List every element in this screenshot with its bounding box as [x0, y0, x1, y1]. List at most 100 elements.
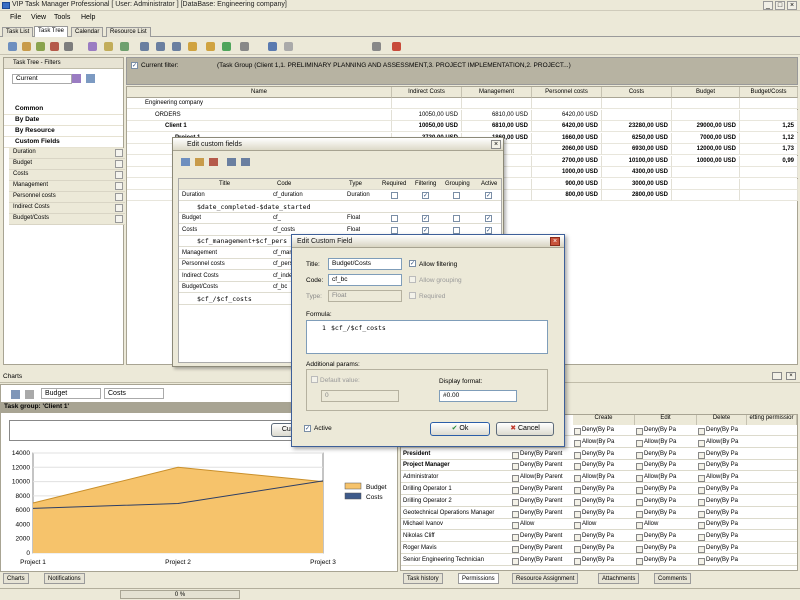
column-header-indirect-costs[interactable]: Indirect Costs	[392, 87, 462, 98]
tab-resource-assignment[interactable]: Resource Assignment	[512, 573, 579, 584]
formula-editor[interactable]: 1 $cf_/$cf_costs	[306, 320, 548, 354]
grouping-checkbox[interactable]	[453, 192, 460, 199]
grid-cell[interactable]	[602, 98, 672, 109]
report-icon[interactable]	[392, 42, 401, 51]
grid-cell[interactable]	[672, 167, 740, 178]
panel-close-icon[interactable]: ×	[786, 372, 796, 380]
grid-cell[interactable]: 1,25	[740, 121, 798, 132]
permission-cell[interactable]: Deny(By Pa	[635, 508, 697, 519]
type-select[interactable]: Float	[328, 290, 402, 302]
grid-cell[interactable]: 2800,00 USD	[602, 190, 672, 201]
filter-icon[interactable]	[88, 42, 97, 51]
grid-cell[interactable]	[672, 190, 740, 201]
dialog-close-icon[interactable]: ×	[491, 140, 501, 149]
grid-cell[interactable]: 1,12	[740, 132, 798, 144]
permission-cell[interactable]: Deny(By Pa	[573, 425, 635, 436]
permission-cell[interactable]: Deny(By Pa	[697, 484, 759, 495]
grid-cell[interactable]	[532, 98, 602, 109]
filter-field-management[interactable]: Management	[9, 181, 125, 192]
move-down-icon[interactable]	[156, 42, 165, 51]
tab-attachments[interactable]: Attachments	[598, 573, 640, 584]
new-task-icon[interactable]	[8, 42, 17, 51]
filter-group-common[interactable]: Common	[4, 104, 123, 115]
grid-cell[interactable]: 23280,00 USD	[602, 121, 672, 132]
chart-type-icon[interactable]	[11, 390, 20, 399]
filter-field-budget[interactable]: Budget	[9, 159, 125, 170]
menu-view[interactable]: View	[31, 14, 46, 21]
grid-cell[interactable]: 3000,00 USD	[602, 178, 672, 190]
permission-cell[interactable]: Deny(By Pa	[635, 555, 697, 566]
grid-cell[interactable]: 6420,00 USD	[532, 121, 602, 132]
grid-cell[interactable]	[602, 109, 672, 121]
grid-cell[interactable]	[672, 98, 740, 109]
permission-header-delete[interactable]: Delete	[697, 415, 747, 425]
permission-row[interactable]: Roger Mavis Deny(By Parent Deny(By Pa Deny(…	[401, 543, 797, 554]
permission-cell[interactable]: Allow(By Pa	[573, 472, 635, 483]
permission-row[interactable]: Geotechnical Operations Manager Deny(By P…	[401, 508, 797, 519]
tab-resource-list[interactable]: Resource List	[106, 27, 151, 37]
permission-cell[interactable]: Allow(By Pa	[635, 437, 697, 448]
dropdown-icon[interactable]	[115, 215, 123, 223]
grid-cell[interactable]: 12000,00 USD	[672, 144, 740, 155]
grid-cell[interactable]: 10050,00 USD	[392, 121, 462, 132]
default-value-input[interactable]: 0	[321, 390, 399, 402]
filtering-checkbox[interactable]: ✓	[422, 226, 429, 234]
group-icon[interactable]	[188, 42, 197, 51]
tab-notifications[interactable]: Notifications	[44, 573, 85, 584]
permission-cell[interactable]: Deny(By Pa	[697, 519, 759, 530]
delete-icon[interactable]	[50, 42, 59, 51]
grid-cell[interactable]	[740, 178, 798, 190]
column-header-budget-costs[interactable]: Budget/Costs	[740, 87, 798, 98]
permission-cell[interactable]: Deny(By Pa	[573, 484, 635, 495]
permission-cell[interactable]: Deny(By Parent	[511, 496, 573, 507]
permission-cell[interactable]: Allow(By Pa	[697, 472, 759, 483]
grid-cell[interactable]	[672, 109, 740, 121]
grid-cell[interactable]: 6810,00 USD	[462, 109, 532, 121]
export-icon[interactable]	[372, 42, 381, 51]
permission-cell[interactable]: Deny(By Pa	[635, 484, 697, 495]
sort-icon[interactable]	[104, 42, 113, 51]
chart-series-1-select[interactable]: Budget	[41, 388, 101, 399]
chart-options-icon[interactable]	[25, 390, 34, 399]
permission-row[interactable]: Nikolas Cliff Deny(By Parent Deny(By Pa Den…	[401, 531, 797, 543]
dropdown-icon[interactable]	[115, 193, 123, 201]
permission-cell[interactable]: Deny(By Pa	[573, 449, 635, 460]
grid-cell[interactable]: 2060,00 USD	[532, 144, 602, 155]
grid-cell[interactable]: 10050,00 USD	[392, 109, 462, 121]
dropdown-icon[interactable]	[115, 160, 123, 168]
grid-cell[interactable]: 1660,00 USD	[532, 132, 602, 144]
grid-cell[interactable]: 7000,00 USD	[672, 132, 740, 144]
permission-cell[interactable]: Deny(By Pa	[697, 555, 759, 566]
dialog-close-icon[interactable]: ×	[550, 237, 560, 246]
dropdown-icon[interactable]	[115, 149, 123, 157]
dropdown-icon[interactable]	[115, 182, 123, 190]
delete-field-icon[interactable]	[209, 158, 218, 166]
print-icon[interactable]	[240, 42, 249, 51]
tab-task-list[interactable]: Task List	[2, 27, 34, 37]
column-header-budget[interactable]: Budget	[672, 87, 740, 98]
formula-text[interactable]: $cf_/$cf_costs	[331, 324, 386, 332]
active-checkbox[interactable]: ✓	[485, 192, 492, 199]
title-input[interactable]: Budget/Costs	[328, 258, 402, 270]
grouping-checkbox[interactable]	[453, 215, 460, 222]
chart-series-2-select[interactable]: Costs	[104, 388, 164, 399]
filter-group-by-resource[interactable]: By Resource	[4, 126, 123, 137]
grid-cell-name[interactable]: ORDERS	[127, 109, 392, 121]
dropdown-icon[interactable]	[115, 171, 123, 179]
permission-cell[interactable]: Deny(By Parent	[511, 508, 573, 519]
column-header-name[interactable]: Name	[127, 87, 392, 98]
tab-comments[interactable]: Comments	[654, 573, 692, 584]
allow-filtering-checkbox[interactable]: ✓	[409, 260, 416, 267]
permission-cell[interactable]: Deny(By Parent	[511, 555, 573, 566]
filtering-checkbox[interactable]: ✓	[422, 192, 429, 199]
permission-cell[interactable]: Deny(By Parent	[511, 449, 573, 460]
grid-cell[interactable]: 6810,00 USD	[462, 121, 532, 132]
grid-cell[interactable]	[740, 109, 798, 121]
tab-permissions[interactable]: Permissions	[458, 573, 499, 584]
active-checkbox[interactable]: ✓	[304, 425, 311, 432]
permission-cell[interactable]: Deny(By Pa	[697, 449, 759, 460]
permission-cell[interactable]: Deny(By Parent	[511, 484, 573, 495]
permission-row[interactable]: Michael Ivanov Allow Allow Allow Deny(By Pa	[401, 519, 797, 531]
permission-cell[interactable]: Deny(By Pa	[635, 531, 697, 542]
minimize-icon[interactable]: _	[763, 1, 773, 10]
